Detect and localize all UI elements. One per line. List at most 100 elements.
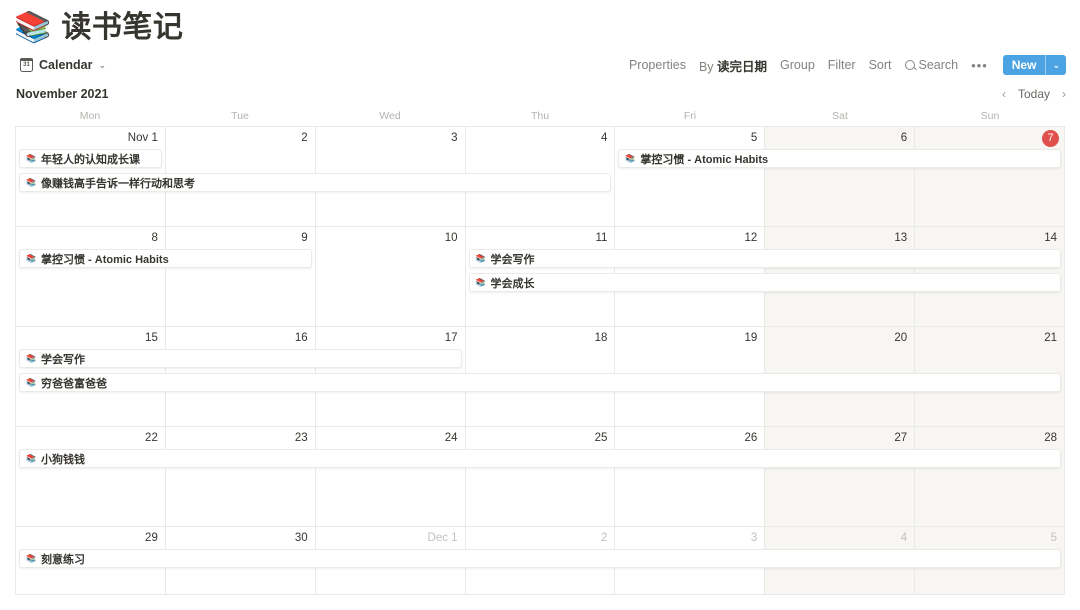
toolbar-actions: Properties By 读完日期 Group Filter Sort Sea… — [629, 55, 1066, 75]
day-number: 5 — [750, 132, 758, 144]
calendar-day-cell[interactable]: 23 — [165, 427, 316, 527]
calendar-event-chip[interactable]: 📚 学会写作 — [468, 249, 1061, 268]
day-number: 9 — [301, 232, 308, 244]
day-number: 12 — [744, 232, 758, 244]
new-button[interactable]: New ⌄ — [1002, 55, 1066, 75]
calendar-day-cell[interactable]: 10 — [315, 227, 466, 327]
day-number: 17 — [444, 332, 458, 344]
calendar-event-chip[interactable]: 📚 小狗钱钱 — [19, 449, 1061, 468]
books-icon: 📚 — [26, 353, 36, 363]
event-title: 学会写作 — [40, 353, 85, 366]
day-number: 5 — [1050, 532, 1057, 544]
calendar-day-cell[interactable]: 6 — [765, 127, 916, 227]
calendar-day-cell[interactable]: 5 — [615, 127, 766, 227]
group-by-property: 读完日期 — [717, 59, 768, 74]
calendar-week-row: 22 23 24 25 26 27 28 📚 小狗钱钱 — [16, 427, 1065, 527]
day-number: 27 — [894, 432, 908, 444]
weekday-label-wed: Wed — [379, 110, 401, 122]
calendar-event-chip[interactable]: 📚 像赚钱高手告诉一样行动和思考 — [19, 173, 612, 192]
sort-button[interactable]: Sort — [869, 58, 892, 72]
more-options-button[interactable]: ••• — [971, 58, 988, 73]
view-tab-calendar[interactable]: 31 Calendar ⌄ — [16, 56, 110, 74]
calendar-event-chip[interactable]: 📚 掌控习惯 - Atomic Habits — [618, 149, 1061, 168]
calendar-day-cell[interactable]: 28 — [915, 427, 1065, 527]
day-number: 3 — [451, 132, 458, 144]
day-number: 26 — [744, 432, 758, 444]
day-number: 30 — [294, 532, 308, 544]
calendar-day-cell[interactable]: 25 — [465, 427, 616, 527]
day-number: Dec 1 — [427, 532, 458, 544]
page-title[interactable]: 读书笔记 — [61, 13, 183, 43]
group-by-button[interactable]: By 读完日期 — [699, 56, 767, 75]
today-date-badge: 7 — [1042, 130, 1059, 147]
day-number: 23 — [294, 432, 308, 444]
search-icon — [904, 60, 915, 70]
today-button[interactable]: Today — [1018, 87, 1050, 101]
calendar-event-chip[interactable]: 📚 年轻人的认知成长课 — [19, 149, 162, 168]
group-button[interactable]: Group — [780, 58, 815, 72]
calendar-week-row: Nov 1 2 3 4 5 6 7 📚 年轻人的认知成长课 📚 像赚钱高手告诉一样行动和思考 📚 掌控习… — [16, 127, 1065, 227]
calendar-event-chip[interactable]: 📚 学会写作 — [19, 349, 462, 368]
calendar-event-chip[interactable]: 📚 掌控习惯 - Atomic Habits — [19, 249, 312, 268]
weekday-label-thu: Thu — [530, 110, 550, 122]
day-number: 6 — [900, 132, 908, 144]
calendar-event-chip[interactable]: 📚 穷爸爸富爸爸 — [19, 373, 1061, 392]
day-number: 2 — [601, 532, 608, 544]
day-number: 25 — [594, 432, 608, 444]
event-title: 学会写作 — [490, 253, 535, 266]
day-number: 19 — [744, 332, 758, 344]
calendar-event-chip[interactable]: 📚 刻意练习 — [19, 549, 1061, 568]
day-number: 15 — [145, 332, 158, 344]
chevron-down-icon: ⌄ — [98, 59, 107, 70]
day-number: 4 — [900, 532, 908, 544]
prev-month-icon[interactable]: ‹ — [1002, 87, 1006, 101]
event-title: 穷爸爸富爸爸 — [40, 377, 107, 390]
day-number: Nov 1 — [127, 132, 158, 144]
day-number: 22 — [145, 432, 158, 444]
calendar-day-cell[interactable]: 22 — [16, 427, 166, 527]
books-icon: 📚 — [475, 277, 486, 287]
new-button-chevron-down-icon[interactable]: ⌄ — [1046, 55, 1066, 75]
month-bar: November 2021 ‹ Today › — [0, 82, 1080, 106]
calendar-day-cell[interactable]: 7 — [915, 127, 1065, 227]
weekday-label-mon: Mon — [79, 110, 101, 122]
calendar-day-cell[interactable]: 24 — [315, 427, 466, 527]
event-title: 掌控习惯 - Atomic Habits — [40, 253, 169, 266]
day-number: 29 — [145, 532, 158, 544]
next-month-icon[interactable]: › — [1062, 87, 1066, 101]
properties-button[interactable]: Properties — [629, 58, 686, 72]
calendar-week-row: 29 30 Dec 1 2 3 4 5 📚 刻意练习 — [16, 527, 1065, 595]
books-emoji[interactable]: 📚 — [14, 13, 51, 43]
day-number: 3 — [750, 532, 758, 544]
month-nav: ‹ Today › — [1002, 87, 1066, 101]
group-by-prefix: By — [698, 59, 718, 74]
search-label: Search — [918, 58, 959, 72]
books-icon: 📚 — [26, 253, 36, 263]
weekday-header: Mon Tue Wed Thu Fri Sat Sun — [15, 106, 1065, 126]
month-label: November 2021 — [16, 87, 109, 101]
day-number: 16 — [294, 332, 308, 344]
day-number: 14 — [1044, 232, 1057, 244]
day-number: 13 — [894, 232, 908, 244]
day-number: 24 — [444, 432, 458, 444]
calendar-day-cell[interactable]: 27 — [765, 427, 916, 527]
day-number: 11 — [595, 232, 608, 244]
weekday-label-fri: Fri — [683, 110, 697, 122]
search-button[interactable]: Search — [904, 58, 959, 72]
day-number: 8 — [151, 232, 158, 244]
calendar-day-cell[interactable]: 8 — [16, 227, 166, 327]
day-number: 18 — [594, 332, 608, 344]
calendar-day-cell[interactable]: 26 — [615, 427, 766, 527]
event-title: 小狗钱钱 — [40, 453, 85, 466]
new-button-label: New — [1011, 58, 1037, 72]
view-tab-label: Calendar — [39, 58, 93, 72]
books-icon: 📚 — [26, 377, 36, 387]
filter-button[interactable]: Filter — [828, 58, 856, 72]
weekday-label-sat: Sat — [832, 110, 848, 122]
calendar-grid: Nov 1 2 3 4 5 6 7 📚 年轻人的认知成长课 📚 像赚钱高手告诉一样行动和思考 📚 掌控习… — [15, 126, 1065, 595]
day-number: 28 — [1044, 432, 1057, 444]
calendar-day-cell[interactable]: 9 — [165, 227, 316, 327]
event-title: 刻意练习 — [40, 553, 85, 566]
calendar-event-chip[interactable]: 📚 学会成长 — [468, 273, 1061, 292]
books-icon: 📚 — [26, 553, 36, 563]
